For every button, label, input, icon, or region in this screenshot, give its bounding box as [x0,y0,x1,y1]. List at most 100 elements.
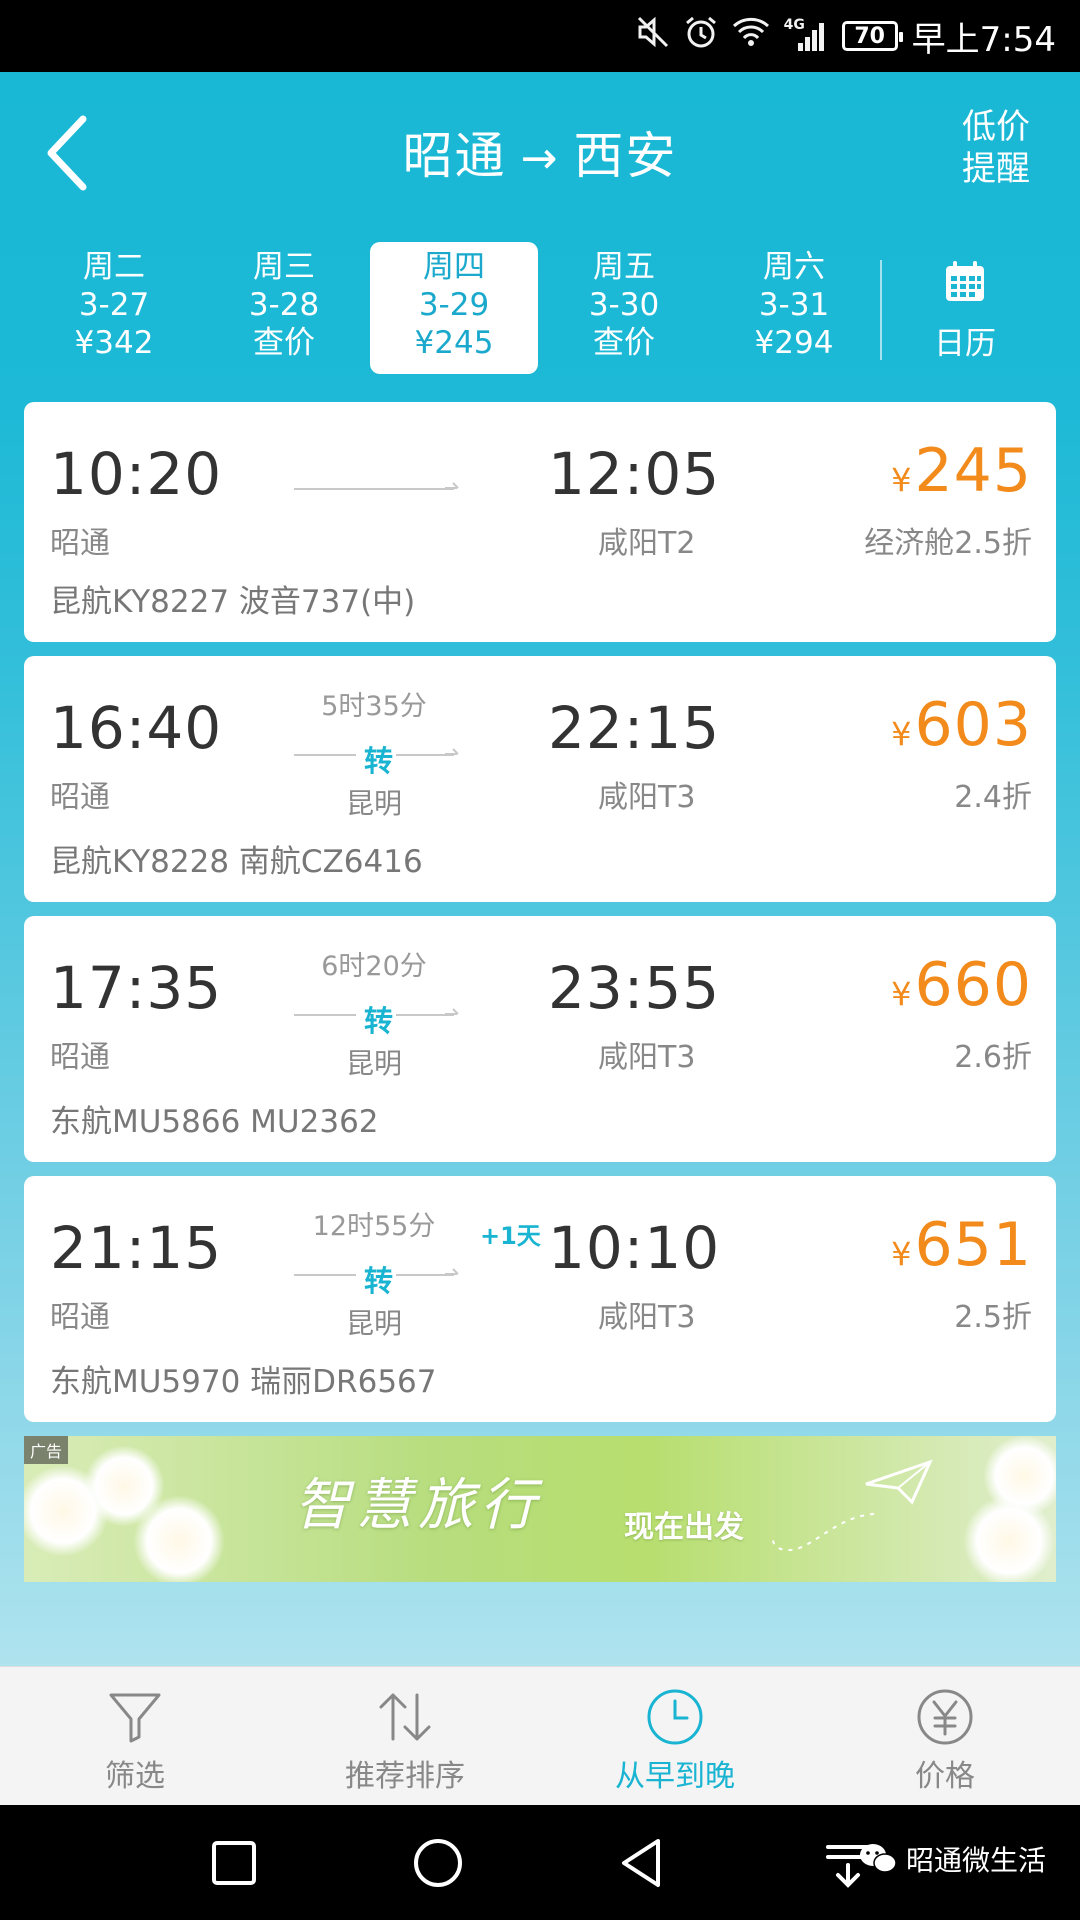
signal-icon: 4G [783,17,828,53]
ad-banner[interactable]: 广告 智慧旅行 现在出发 [24,1436,1056,1582]
tab-label: 从早到晚 [615,1759,735,1794]
date-tab-price: 查价 [593,325,655,361]
arrival-time: 12:05 [548,440,721,508]
transfer-route-line: 转 [294,998,459,1038]
recents-button[interactable] [206,1835,262,1891]
arrival-airport: 咸阳T3 [598,1300,696,1335]
mute-icon [636,15,670,57]
flight-number: 东航MU5866 MU2362 [50,1104,379,1140]
departure-time: 21:15 [50,1214,223,1282]
back-nav-button[interactable] [614,1835,670,1891]
transfer-badge: 转 [364,1264,394,1298]
date-tab-weekday: 周二 [83,249,145,285]
direct-route-line [294,472,459,504]
departure-city: 昭通 [50,526,110,561]
calendar-label: 日历 [934,326,996,362]
low-price-alert-button[interactable]: 低价 提醒 [958,106,1034,190]
departure-time: 16:40 [50,694,223,762]
flight-card[interactable]: 21:15 12时55分 转 昆明 +1天 10:10 ¥651 昭通 咸阳T3… [24,1176,1056,1422]
clock-time: 早上7:54 [911,19,1056,60]
transfer-city: 昆明 [345,787,402,820]
cabin-discount: 2.5折 [954,1300,1032,1335]
low-price-alert-line1: 低价 [962,107,1030,147]
transfer-city: 昆明 [345,1307,402,1340]
date-tab-date: 3-31 [758,287,830,323]
arrival-airport: 咸阳T3 [598,1040,696,1075]
flight-number: 东航MU5970 瑞丽DR6567 [50,1364,437,1400]
alarm-icon [684,15,718,57]
date-tab-0330[interactable]: 周五 3-30 查价 [540,242,708,374]
watermark: 昭通微生活 [858,1839,1046,1879]
date-tab-date: 3-28 [248,287,320,323]
flight-duration: 6时20分 [321,951,427,982]
date-tab-weekday: 周六 [763,249,825,285]
tab-recommended-sort[interactable]: 推荐排序 [270,1667,540,1806]
date-tab-price: ¥342 [74,325,154,361]
date-tab-0329[interactable]: 周四 3-29 ¥245 [370,242,538,374]
date-tabs-divider [880,260,882,360]
flight-duration: 5时35分 [321,691,427,722]
transfer-route-line: 转 [294,1258,459,1298]
clock-icon [647,1689,703,1745]
next-day-badge: +1天 [480,1222,541,1250]
sort-icon [379,1693,431,1741]
dotted-path-decoration [772,1513,875,1552]
tab-label: 推荐排序 [345,1759,465,1794]
date-tab-0331[interactable]: 周六 3-31 ¥294 [710,242,878,374]
tab-label: 价格 [915,1759,975,1794]
arrival-time: 10:10 [548,1214,721,1282]
date-tab-date: 3-30 [588,287,660,323]
battery-indicator: 70 [841,21,903,51]
departure-time: 10:20 [50,440,223,508]
ad-subtitle: 现在出发 [624,1510,744,1545]
transfer-badge: 转 [364,744,394,778]
date-tab-price: ¥245 [414,325,494,361]
flight-number: 昆航KY8228 南航CZ6416 [50,844,423,880]
arrival-airport: 咸阳T2 [598,526,696,561]
origin-city: 昭通 [402,127,507,185]
date-tab-weekday: 周三 [253,249,315,285]
date-tab-weekday: 周五 [593,249,655,285]
watermark-text: 昭通微生活 [905,1844,1046,1877]
calendar-icon [946,261,984,301]
flight-price: ¥651 [891,1210,1032,1280]
flight-card[interactable]: 17:35 6时20分 转 昆明 23:55 ¥660 昭通 咸阳T3 2.6折… [24,916,1056,1162]
network-type: 4G [783,17,805,33]
paper-plane-icon [865,1459,933,1505]
date-tab-0328[interactable]: 周三 3-28 查价 [200,242,368,374]
tab-filter[interactable]: 筛选 [0,1667,270,1806]
departure-city: 昭通 [50,1300,110,1335]
date-tab-date: 3-27 [78,287,150,323]
tab-label: 筛选 [105,1759,165,1794]
date-tab-0327[interactable]: 周二 3-27 ¥342 [30,242,198,374]
home-button[interactable] [410,1835,466,1891]
wifi-icon [732,16,770,56]
low-price-alert-line2: 提醒 [962,149,1030,189]
cabin-discount: 2.6折 [954,1040,1032,1075]
arrival-time: 22:15 [548,694,721,762]
flight-number: 昆航KY8227 波音737(中) [50,584,416,620]
header: 昭通 → 西安 低价 提醒 [0,72,1080,232]
ad-label: 广告 [24,1436,69,1464]
tab-price[interactable]: 价格 [810,1667,1080,1806]
calendar-button[interactable]: 日历 [900,242,1030,374]
flower-decoration [964,1496,1054,1582]
destination-city: 西安 [573,127,678,185]
system-navigation-bar: 昭通微生活 [0,1805,1080,1920]
flight-duration: 12时55分 [312,1211,436,1242]
date-tab-price: 查价 [253,325,315,361]
status-bar: 4G 70 早上7:54 [0,0,1080,72]
date-tab-date: 3-29 [418,287,490,323]
date-tab-weekday: 周四 [423,249,485,285]
cabin-discount: 经济舱2.5折 [864,526,1032,561]
departure-city: 昭通 [50,1040,110,1075]
route-arrow: → [520,133,560,184]
tab-early-to-late[interactable]: 从早到晚 [540,1667,810,1806]
transfer-badge: 转 [364,1004,394,1038]
flight-price: ¥245 [891,436,1032,506]
flight-card[interactable]: 16:40 5时35分 转 昆明 22:15 ¥603 昭通 咸阳T3 2.4折… [24,656,1056,902]
flower-decoration [134,1496,224,1582]
flight-card[interactable]: 10:20 12:05 ¥245 昭通 咸阳T2 经济舱2.5折 昆航KY822… [24,402,1056,642]
transfer-city: 昆明 [345,1047,402,1080]
transfer-route-line: 转 [294,738,459,778]
